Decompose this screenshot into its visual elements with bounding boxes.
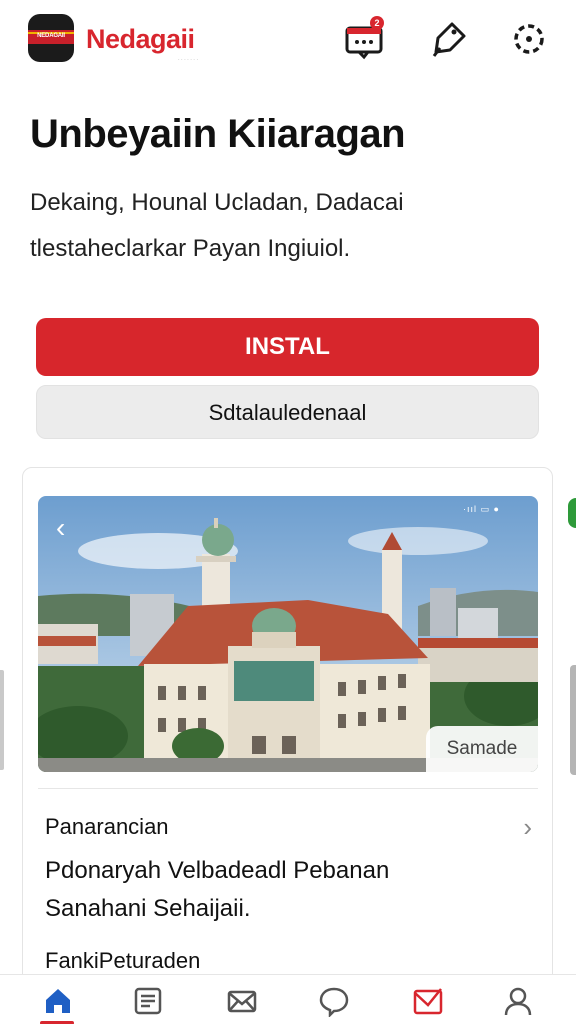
feature-card[interactable]: ‹ ·ııl ▭ ● Samade Panarancian › Pdonarya… (22, 467, 553, 1007)
previous-card-peek[interactable] (0, 670, 4, 770)
profile-icon[interactable] (502, 985, 534, 1017)
chat-icon[interactable] (318, 985, 350, 1019)
card-photo[interactable]: ‹ ·ııl ▭ ● Samade (38, 496, 538, 772)
description-line-1: Dekaing, Hounal Ucladan, Dadacai (30, 189, 404, 216)
mail-icon[interactable] (226, 985, 258, 1017)
page-title: Unbeyaiin Kiiaragan (30, 112, 406, 156)
next-card-peek-accent[interactable] (568, 498, 576, 528)
tag-icon[interactable] (428, 18, 470, 60)
chevron-right-icon[interactable]: › (523, 812, 532, 843)
page-description: Dekaing, Hounal Ucladan, Dadacai tlestah… (30, 180, 550, 272)
next-card-peek[interactable] (570, 665, 576, 775)
secondary-button[interactable]: Sdtalauledenaal (36, 385, 539, 439)
app-header: NEDAGAII Nedagaii · · · · · · · 2 (0, 0, 576, 84)
home-icon[interactable] (42, 985, 74, 1017)
brand-subtext: · · · · · · · (178, 57, 198, 63)
section-body: Pdonaryah Velbadeadl Pebanan Sanahani Se… (45, 852, 525, 928)
section-title[interactable]: Panarancian (45, 814, 169, 840)
inbox-icon[interactable] (412, 985, 444, 1017)
photo-tag[interactable]: Samade (426, 726, 538, 772)
logo-text: NEDAGAII (37, 33, 65, 39)
bottom-navigation (0, 974, 576, 1024)
photo-status-indicator: ·ııl ▭ ● (463, 504, 500, 514)
app-name: Nedagaii (86, 24, 195, 54)
chevron-left-icon[interactable]: ‹ (56, 512, 65, 544)
chat-notification-icon[interactable]: 2 (344, 16, 386, 60)
section-body-line-2: Sanahani Sehaijaii. (45, 895, 251, 922)
description-line-2: tlestaheclarkar Payan Ingiuiol. (30, 235, 351, 262)
app-logo[interactable]: NEDAGAII (28, 14, 74, 62)
install-button[interactable]: INSTAL (36, 318, 539, 376)
section-body-line-1: Pdonaryah Velbadeadl Pebanan (45, 857, 390, 884)
card-divider (38, 788, 538, 789)
section-footer-text: FankiPeturaden (45, 948, 201, 973)
notification-badge: 2 (370, 16, 384, 30)
news-icon[interactable] (132, 985, 164, 1017)
settings-icon[interactable] (508, 18, 550, 60)
